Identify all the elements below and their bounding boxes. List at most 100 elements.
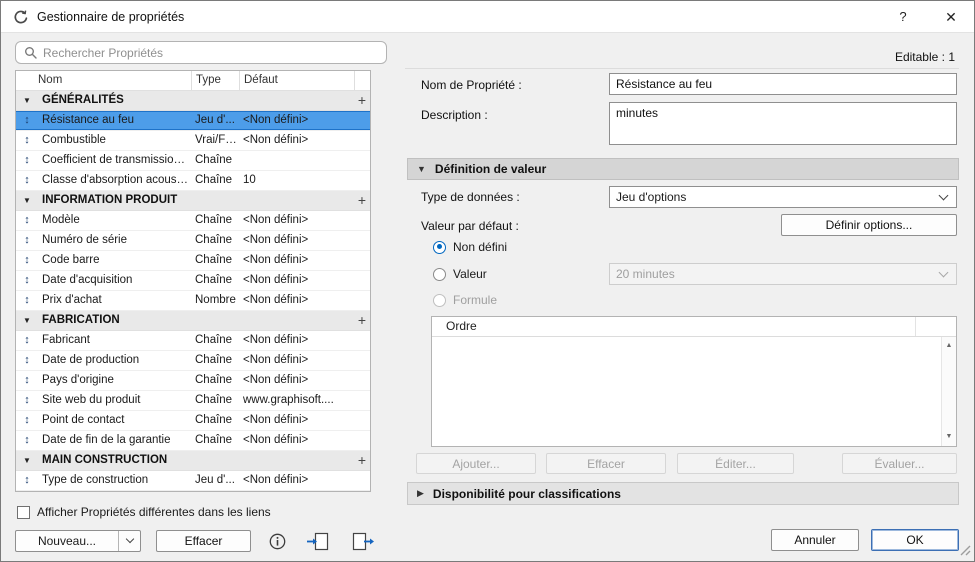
group-expanded-icon[interactable]: ▼	[23, 317, 31, 325]
new-button-dropdown[interactable]	[118, 531, 140, 551]
import-properties-button[interactable]	[302, 530, 334, 552]
help-button[interactable]: ?	[888, 1, 918, 33]
property-name: Coefficient de transmission ...	[38, 151, 191, 170]
scroll-down-icon[interactable]: ▼	[942, 432, 956, 442]
ordre-column-header[interactable]: Ordre	[446, 319, 477, 333]
property-name: Modèle	[38, 211, 191, 230]
property-row[interactable]: ↕Date de fin de la garantieChaîne<Non dé…	[16, 431, 370, 451]
add-property-to-group-button[interactable]: +	[354, 451, 370, 470]
options-list-header: Ordre	[432, 317, 956, 337]
property-group-row[interactable]: ▼FABRICATION+	[16, 311, 370, 331]
property-type: Chaîne	[191, 331, 239, 350]
drag-handle-icon: ↕	[24, 235, 30, 246]
search-box	[15, 41, 387, 64]
define-options-button[interactable]: Définir options...	[781, 214, 957, 236]
property-row[interactable]: ↕CombustibleVrai/Fa...<Non défini>	[16, 131, 370, 151]
add-option-button: Ajouter...	[416, 453, 536, 474]
property-row[interactable]: ↕Coefficient de transmission ...Chaîne	[16, 151, 370, 171]
property-row[interactable]: ↕Point de contactChaîne<Non défini>	[16, 411, 370, 431]
table-header: Nom Type Défaut	[16, 71, 370, 91]
resize-grip[interactable]	[958, 543, 971, 559]
property-name: Classe d'absorption acousti...	[38, 171, 191, 190]
default-value-text: 20 minutes	[616, 267, 940, 281]
column-header-nom[interactable]: Nom	[16, 71, 191, 90]
group-expanded-icon[interactable]: ▼	[23, 197, 31, 205]
property-default: <Non défini>	[239, 291, 354, 310]
data-type-dropdown[interactable]: Jeu d'options	[609, 186, 957, 208]
property-name: Pays d'origine	[38, 371, 191, 390]
drag-cell: ↕	[16, 131, 38, 150]
property-row[interactable]: ↕Code barreChaîne<Non défini>	[16, 251, 370, 271]
property-row[interactable]: ↕Date d'acquisitionChaîne<Non défini>	[16, 271, 370, 291]
property-default: <Non défini>	[239, 231, 354, 250]
property-name-input[interactable]	[609, 73, 957, 95]
row-spacer	[354, 291, 370, 310]
default-value-dropdown: 20 minutes	[609, 263, 957, 285]
drag-cell: ↕	[16, 411, 38, 430]
chevron-down-icon	[125, 535, 133, 543]
show-different-properties-checkbox[interactable]	[17, 506, 30, 519]
radio-row-non-defini[interactable]: Non défini	[433, 239, 507, 255]
property-default: <Non défini>	[239, 251, 354, 270]
group-expand-cell: ▼	[16, 451, 38, 470]
property-type: Chaîne	[191, 431, 239, 450]
property-row[interactable]: ↕Type de constructionJeu d'...<Non défin…	[16, 471, 370, 491]
column-header-defaut[interactable]: Défaut	[239, 71, 354, 90]
property-name: Date de fin de la garantie	[38, 431, 191, 450]
property-name: Site web du produit	[38, 391, 191, 410]
group-expanded-icon[interactable]: ▼	[23, 457, 31, 465]
property-group-row[interactable]: ▼INFORMATION PRODUIT+	[16, 191, 370, 211]
drag-cell: ↕	[16, 351, 38, 370]
ok-button[interactable]: OK	[871, 529, 959, 551]
property-row[interactable]: ↕ModèleChaîne<Non défini>	[16, 211, 370, 231]
checkbox-label: Afficher Propriétés différentes dans les…	[37, 505, 271, 519]
show-different-properties-row[interactable]: Afficher Propriétés différentes dans les…	[17, 505, 271, 519]
add-property-to-group-button[interactable]: +	[354, 311, 370, 330]
property-group-row[interactable]: ▼ GÉNÉRALITÉS+	[16, 91, 370, 111]
options-list: Ordre ▲ ▼	[431, 316, 957, 447]
property-row[interactable]: ↕Classe d'absorption acousti...Chaîne10	[16, 171, 370, 191]
add-property-to-group-button[interactable]: +	[354, 91, 370, 110]
radio-valeur[interactable]	[433, 268, 446, 281]
availability-section-header[interactable]: ▶ Disponibilité pour classifications	[407, 482, 959, 505]
search-icon	[24, 46, 37, 59]
property-row[interactable]: ↕Prix d'achatNombre<Non défini>	[16, 291, 370, 311]
radio-non-defini[interactable]	[433, 241, 446, 254]
property-row[interactable]: ↕Pays d'origineChaîne<Non défini>	[16, 371, 370, 391]
description-input[interactable]: minutes	[609, 102, 957, 145]
row-spacer	[354, 131, 370, 150]
property-manager-dialog: Gestionnaire de propriétés ? ✕ Nom Type …	[0, 0, 975, 562]
add-property-to-group-button[interactable]: +	[354, 191, 370, 210]
value-definition-section-header[interactable]: ▼ Définition de valeur	[407, 158, 959, 180]
property-row[interactable]: ↕Numéro de sérieChaîne<Non défini>	[16, 231, 370, 251]
property-default: <Non défini>	[239, 471, 354, 490]
property-type: Chaîne	[191, 371, 239, 390]
drag-cell: ↕	[16, 171, 38, 190]
cancel-button[interactable]: Annuler	[771, 529, 859, 551]
default-value-label: Valeur par défaut :	[421, 219, 519, 233]
property-row[interactable]: ↕Site web du produitChaînewww.graphisoft…	[16, 391, 370, 411]
new-button[interactable]: Nouveau...	[16, 531, 118, 551]
drag-handle-icon: ↕	[24, 135, 30, 146]
property-type: Chaîne	[191, 231, 239, 250]
group-expanded-icon[interactable]: ▼	[23, 97, 31, 105]
search-input[interactable]	[43, 46, 378, 60]
scroll-up-icon[interactable]: ▲	[942, 341, 956, 351]
property-type: Vrai/Fa...	[191, 131, 239, 150]
column-header-type[interactable]: Type	[191, 71, 239, 90]
drag-handle-icon: ↕	[24, 255, 30, 266]
property-row[interactable]: ↕Résistance au feuJeu d'...<Non défini>	[16, 111, 370, 131]
row-spacer	[354, 331, 370, 350]
export-properties-button[interactable]	[347, 530, 379, 552]
property-group-row[interactable]: ▼MAIN CONSTRUCTION+	[16, 451, 370, 471]
group-name: GÉNÉRALITÉS	[38, 91, 354, 110]
scrollbar[interactable]: ▲ ▼	[941, 337, 956, 446]
close-button[interactable]: ✕	[936, 1, 966, 33]
group-expand-cell: ▼	[16, 191, 38, 210]
property-row[interactable]: ↕Date de productionChaîne<Non défini>	[16, 351, 370, 371]
radio-row-valeur[interactable]: Valeur	[433, 266, 487, 282]
property-row[interactable]: ↕FabricantChaîne<Non défini>	[16, 331, 370, 351]
info-button[interactable]	[264, 530, 290, 552]
divider	[405, 68, 959, 69]
delete-property-button[interactable]: Effacer	[156, 530, 251, 552]
